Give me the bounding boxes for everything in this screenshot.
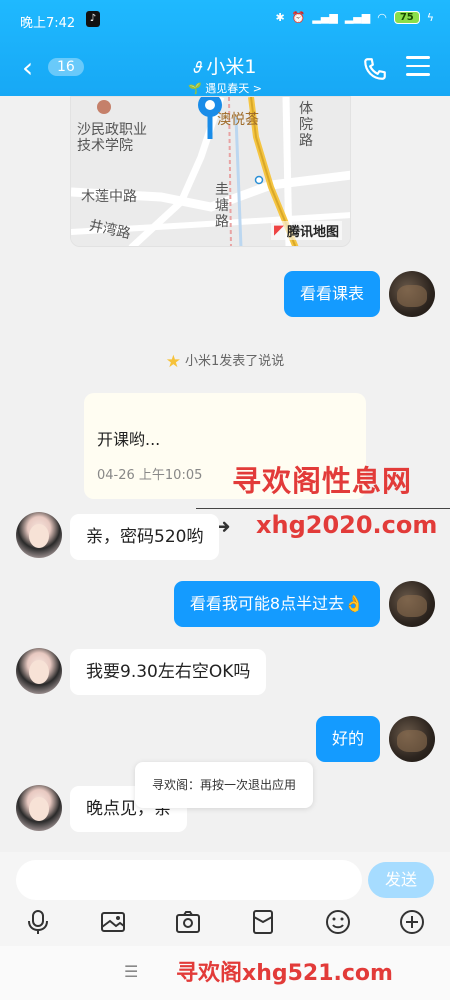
status-time: 晚上7:42: [20, 16, 76, 31]
message-bubble-received[interactable]: 亲，密码520哟: [70, 514, 220, 560]
map-card[interactable]: 沙民政职业 技术学院 澳悦荟 体 院 路 木莲中路 圭 塘 路 井湾路 ◤ 腾讯…: [70, 96, 351, 247]
ear-icon: 𝜗: [193, 58, 203, 77]
avatar[interactable]: [16, 785, 62, 831]
sprout-icon: 🌱: [188, 82, 202, 95]
send-button[interactable]: 发送: [368, 862, 434, 898]
alarm-icon: ⏰: [291, 11, 306, 24]
status-bar: 晚上7:42 ♪ ✱ ⏰ ▂▄▆ ▂▄▆ ◠ 75 ϟ: [0, 0, 450, 40]
watermark-line: [196, 508, 450, 509]
map-label: 路: [215, 214, 229, 230]
status-icons: ✱ ⏰ ▂▄▆ ▂▄▆ ◠ 75 ϟ: [275, 11, 434, 24]
watermark-url: xhg2020.com: [256, 511, 438, 539]
avatar[interactable]: [389, 581, 435, 627]
system-nav-bar: ☰ 寻欢阁xhg521.com: [0, 946, 450, 1000]
signal-icon: ▂▄▆: [312, 11, 338, 24]
charging-icon: ϟ: [426, 11, 434, 24]
map-label: 路: [299, 133, 313, 149]
contact-name: 小米1: [206, 56, 257, 78]
bluetooth-icon: ✱: [275, 11, 285, 24]
map-label: 木莲中路: [81, 189, 137, 205]
avatar[interactable]: [16, 512, 62, 558]
composer-toolbar: [0, 900, 450, 946]
red-packet-icon[interactable]: [249, 908, 277, 936]
watermark-title: 寻欢阁性息网: [232, 464, 413, 498]
map-label: 澳悦荟: [217, 112, 259, 128]
avatar[interactable]: [16, 648, 62, 694]
chat-header: 晚上7:42 ♪ ✱ ⏰ ▂▄▆ ▂▄▆ ◠ 75 ϟ ‹ 16 𝜗 小米1 🌱 …: [0, 0, 450, 96]
notice-text: 小米1发表了说说: [184, 354, 285, 369]
signal-icon-2: ▂▄▆: [344, 11, 371, 24]
battery-icon: 75: [393, 11, 420, 24]
camera-icon[interactable]: [174, 908, 202, 936]
map-brand-text: 腾讯地图: [286, 225, 339, 240]
emoji-icon[interactable]: [324, 908, 352, 936]
avatar[interactable]: [389, 716, 435, 762]
wifi-icon: ◠: [377, 11, 387, 24]
menu-icon[interactable]: [406, 56, 430, 78]
watermark-footer: 寻欢阁xhg521.com: [176, 961, 393, 986]
message-bubble-received[interactable]: 我要9.30左右空OK吗: [70, 649, 267, 695]
mic-icon[interactable]: [24, 908, 52, 936]
message-bubble-sent[interactable]: 好的: [315, 716, 380, 762]
contact-status[interactable]: 🌱 遇见春天 >: [0, 80, 450, 96]
tiktok-icon: ♪: [86, 11, 100, 27]
activity-notice[interactable]: ★ 小米1发表了说说: [0, 350, 450, 372]
phone-icon[interactable]: [362, 56, 388, 82]
message-bubble-sent[interactable]: 看看我可能8点半过去👌: [173, 581, 380, 627]
message-input[interactable]: [16, 860, 362, 900]
star-icon: ★: [165, 352, 181, 372]
map-brand: ◤ 腾讯地图: [270, 221, 342, 240]
toast-message: 寻欢阁：再按一次退出应用: [135, 762, 313, 808]
avatar[interactable]: [389, 271, 435, 317]
contact-status-text: 遇见春天 >: [205, 82, 262, 95]
message-bubble-sent[interactable]: 看看课表: [283, 271, 380, 317]
plus-icon[interactable]: [398, 908, 426, 936]
map-label: 技术学院: [77, 138, 133, 154]
tencent-map-icon: ◤: [273, 223, 284, 238]
post-text: 开课哟...: [97, 430, 161, 449]
nav-menu-icon[interactable]: ☰: [124, 962, 138, 981]
image-icon[interactable]: [99, 908, 127, 936]
post-date: 04-26 上午10:05: [97, 468, 203, 483]
